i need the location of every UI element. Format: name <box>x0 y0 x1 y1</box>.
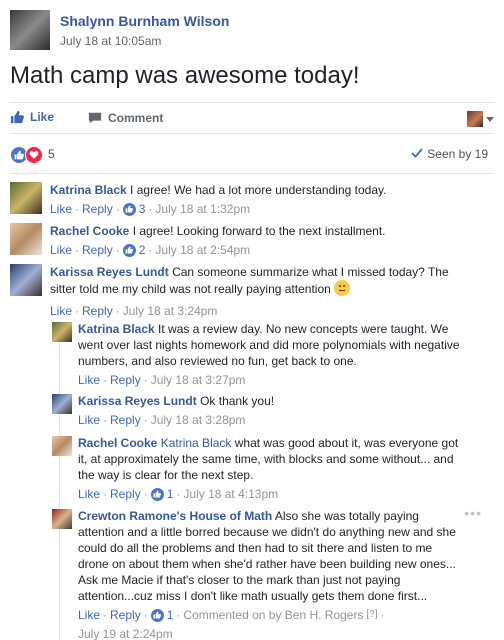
comment-actions: Like · Reply · July 18 at 3:24pm <box>50 303 218 319</box>
comment-like-count[interactable]: 2 <box>139 242 146 258</box>
like-label: Like <box>30 110 55 124</box>
comment-like-link[interactable]: Like <box>50 242 72 258</box>
comment-reply-link[interactable]: Reply <box>82 303 113 319</box>
reply-text: Ok thank you! <box>200 394 275 408</box>
thumbs-up-icon <box>10 110 24 124</box>
reply-reply-link[interactable]: Reply <box>110 607 141 623</box>
replier-avatar[interactable] <box>52 509 72 529</box>
thumbs-up-icon <box>150 608 164 622</box>
comment-reply-link[interactable]: Reply <box>82 201 113 217</box>
comment-text: I agree! Looking forward to the next ins… <box>132 224 386 238</box>
comment-like-link[interactable]: Like <box>50 303 72 319</box>
comment-timestamp[interactable]: July 18 at 2:54pm <box>155 242 250 258</box>
commenter-avatar[interactable] <box>10 264 42 296</box>
reply-timestamp[interactable]: July 18 at 3:27pm <box>151 372 246 388</box>
smile-emoji-icon <box>334 280 351 296</box>
reply-reply-link[interactable]: Reply <box>110 412 141 428</box>
seen-by-label: Seen by 19 <box>427 147 488 161</box>
reply-commented-on[interactable]: Commented on by Ben H. Rogers <box>183 607 363 623</box>
thumbs-up-icon <box>122 243 136 257</box>
heart-icon <box>25 146 43 164</box>
comment-timestamp[interactable]: July 18 at 3:24pm <box>123 303 218 319</box>
reply-timestamp[interactable]: July 18 at 3:28pm <box>151 412 246 428</box>
reply-actions: Like · Reply · July 18 at 3:28pm <box>78 412 246 428</box>
replier-avatar[interactable] <box>52 322 72 342</box>
comment-author[interactable]: Karissa Reyes Lundt <box>50 265 169 279</box>
reaction-count[interactable]: 5 <box>48 147 55 161</box>
reply-thread-rail <box>59 321 60 640</box>
edit-marker[interactable]: [?] <box>366 607 377 623</box>
comment-like-link[interactable]: Like <box>50 201 72 217</box>
comment-author[interactable]: Katrina Black <box>50 183 127 197</box>
ellipsis-icon[interactable]: ••• <box>464 505 482 521</box>
reply-author[interactable]: Rachel Cooke <box>78 436 157 450</box>
reply-like-link[interactable]: Like <box>78 607 100 623</box>
reply-like-link[interactable]: Like <box>78 372 100 388</box>
thumbs-up-icon <box>150 487 164 501</box>
like-button[interactable]: Like <box>10 110 54 124</box>
replier-avatar[interactable] <box>52 394 72 414</box>
post-text: Math camp was awesome today! <box>10 62 360 89</box>
comment-like-count[interactable]: 3 <box>139 201 146 217</box>
thumbs-up-icon <box>122 202 136 216</box>
comment-label: Comment <box>108 111 164 125</box>
comment-timestamp[interactable]: July 18 at 1:32pm <box>155 201 250 217</box>
commenter-avatar[interactable] <box>10 223 42 255</box>
comments-section <box>10 173 494 174</box>
reply-mention[interactable]: Katrina Black <box>161 436 232 450</box>
reactions-summary: 5 Seen by 19 <box>10 146 494 164</box>
reply-like-count[interactable]: 1 <box>167 486 174 502</box>
comment-button[interactable]: Comment <box>88 110 163 126</box>
reply-actions: Like · Reply · July 18 at 3:27pm <box>78 372 246 388</box>
author-avatar[interactable] <box>10 10 50 50</box>
reply-text: Also she was totally paying attention an… <box>78 509 456 603</box>
comment-actions: Like · Reply · 2 · July 18 at 2:54pm <box>50 242 251 258</box>
reply-reply-link[interactable]: Reply <box>110 486 141 502</box>
comment-icon <box>88 111 102 125</box>
comment-author[interactable]: Rachel Cooke <box>50 224 129 238</box>
reply-like-link[interactable]: Like <box>78 486 100 502</box>
action-bar: Like Comment <box>10 102 494 134</box>
reply-timestamp[interactable]: July 18 at 4:13pm <box>183 486 278 502</box>
reply-timestamp[interactable]: July 19 at 2:24pm <box>78 626 173 640</box>
reply-reply-link[interactable]: Reply <box>110 372 141 388</box>
reaction-icons[interactable] <box>10 146 43 164</box>
post-as-selector[interactable] <box>467 111 494 127</box>
comment-reply-link[interactable]: Reply <box>82 242 113 258</box>
checkmark-icon <box>411 147 423 161</box>
reply-author[interactable]: Crewton Ramone's House of Math <box>78 509 272 523</box>
post-header: Shalynn Burnham Wilson July 18 at 10:05a… <box>10 10 494 54</box>
post-author-name[interactable]: Shalynn Burnham Wilson <box>60 13 229 29</box>
reply-actions: Like · Reply · 1 · Commented on by Ben H… <box>78 607 385 640</box>
caret-down-icon <box>486 116 494 122</box>
reply-author[interactable]: Katrina Black <box>78 322 155 336</box>
commenter-avatar[interactable] <box>10 182 42 214</box>
post-timestamp[interactable]: July 18 at 10:05am <box>60 34 161 48</box>
replier-avatar[interactable] <box>52 436 72 456</box>
comment-text: I agree! We had a lot more understanding… <box>130 183 387 197</box>
comment-actions: Like · Reply · 3 · July 18 at 1:32pm <box>50 201 251 217</box>
reply-like-count[interactable]: 1 <box>167 607 174 623</box>
reply-actions: Like · Reply · 1 · July 18 at 4:13pm <box>78 486 279 502</box>
seen-by[interactable]: Seen by 19 <box>411 147 488 161</box>
page-avatar <box>467 111 483 127</box>
reply-author[interactable]: Karissa Reyes Lundt <box>78 394 197 408</box>
reply-like-link[interactable]: Like <box>78 412 100 428</box>
